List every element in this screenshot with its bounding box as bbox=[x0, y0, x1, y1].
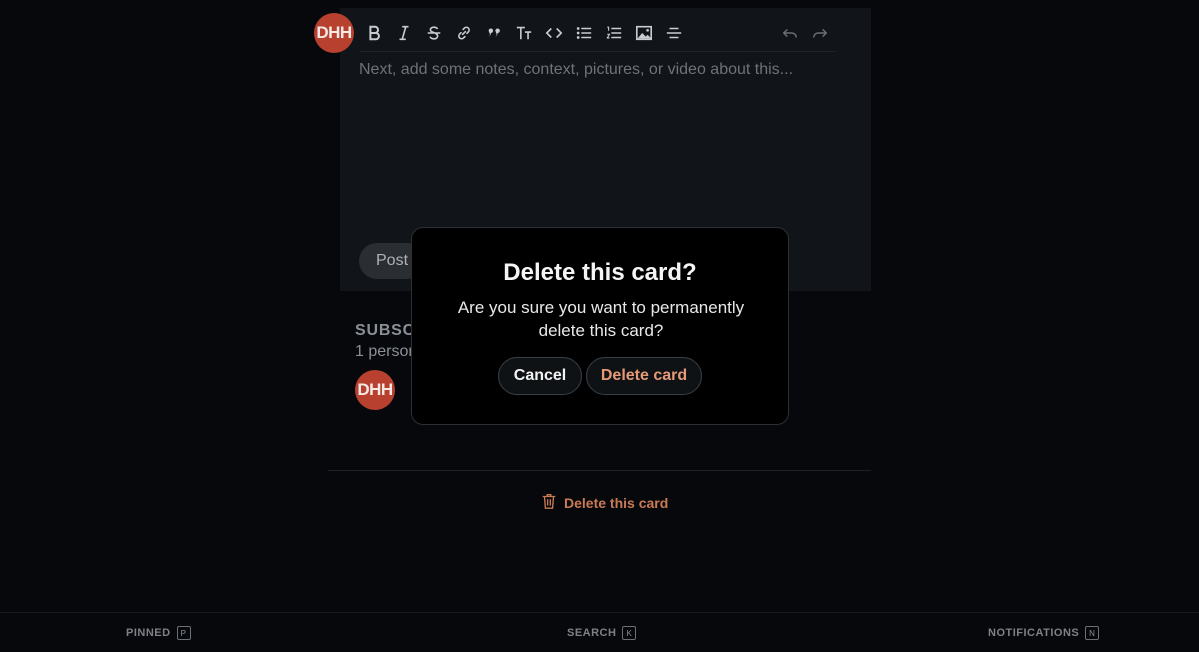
dialog-message: Are you sure you want to permanently del… bbox=[457, 298, 745, 340]
dialog-title: Delete this card? bbox=[503, 259, 697, 286]
pinned-shortcut-key: P bbox=[176, 626, 191, 640]
notifications-shortcut-key: N bbox=[1085, 626, 1100, 640]
pinned-button[interactable]: PINNED P bbox=[126, 626, 191, 640]
confirm-delete-dialog: Delete this card? Are you sure you want … bbox=[411, 227, 789, 425]
cancel-button[interactable]: Cancel bbox=[498, 357, 582, 395]
page: DHH Next, add some notes, context, pictu… bbox=[0, 0, 1199, 652]
bottom-bar: PINNED P SEARCH K NOTIFICATIONS N bbox=[0, 612, 1199, 652]
search-shortcut-key: K bbox=[622, 626, 637, 640]
search-button[interactable]: SEARCH K bbox=[567, 626, 637, 640]
search-label: SEARCH bbox=[567, 627, 617, 639]
pinned-label: PINNED bbox=[126, 627, 171, 639]
notifications-label: NOTIFICATIONS bbox=[988, 627, 1080, 639]
delete-card-button[interactable]: Delete card bbox=[586, 357, 702, 395]
notifications-button[interactable]: NOTIFICATIONS N bbox=[988, 626, 1100, 640]
